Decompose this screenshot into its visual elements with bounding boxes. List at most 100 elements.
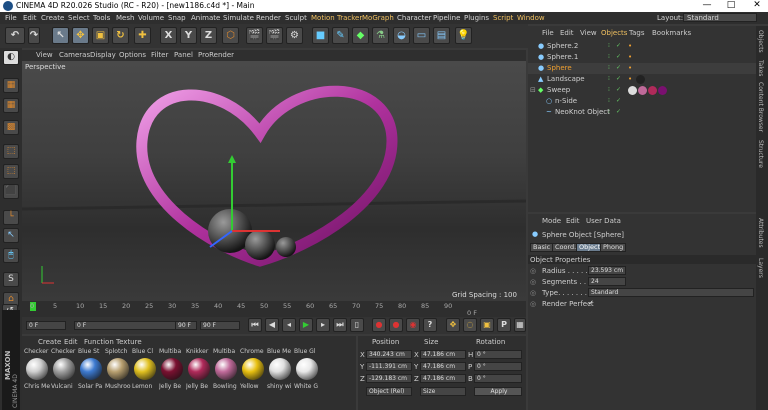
- array-icon[interactable]: ⚗: [372, 27, 389, 44]
- material-preview[interactable]: [296, 358, 318, 380]
- y-axis-button[interactable]: Y: [180, 27, 197, 44]
- sidebar-tab-objects[interactable]: Objects: [757, 30, 764, 53]
- 3d-viewport[interactable]: Perspective Grid Spacing : 100 cm: [22, 61, 526, 301]
- recent-tools-icon[interactable]: ✚: [134, 27, 151, 44]
- menu-window[interactable]: Window: [517, 14, 545, 22]
- key-position-icon[interactable]: ✥: [446, 318, 460, 332]
- expand-icon[interactable]: ⊟: [530, 86, 536, 94]
- key-pla-icon[interactable]: ▦: [514, 318, 526, 332]
- menu-tools[interactable]: Tools: [93, 14, 110, 22]
- help-icon[interactable]: ?: [423, 318, 437, 332]
- object-row-sphere-2[interactable]: ● Sphere.2 ⁝ ✓ •: [528, 41, 756, 52]
- material-preview[interactable]: [161, 358, 183, 380]
- play-icon[interactable]: ▶: [299, 318, 313, 332]
- previous-key-icon[interactable]: ◀: [265, 318, 279, 332]
- position-y-field[interactable]: -111.391 cm: [366, 362, 412, 371]
- material-tag-icon[interactable]: [658, 86, 667, 95]
- snap-icon[interactable]: 🖱: [3, 248, 19, 263]
- axis-mode-icon[interactable]: └: [3, 210, 19, 225]
- go-to-end-icon[interactable]: ⏭: [333, 318, 347, 332]
- radius-anim-icon[interactable]: ◎: [530, 267, 536, 275]
- menu-volume[interactable]: Volume: [138, 14, 164, 22]
- visibility-toggle[interactable]: ⁝: [608, 43, 614, 49]
- model-mode-icon[interactable]: ▦: [3, 78, 19, 93]
- enabled-check[interactable]: ✓: [616, 98, 622, 104]
- rotation-p-field[interactable]: 0 °: [474, 362, 522, 371]
- phong-tag-icon[interactable]: •: [628, 53, 632, 61]
- type-anim-icon[interactable]: ◎: [530, 289, 536, 297]
- z-axis-button[interactable]: Z: [200, 27, 217, 44]
- autokey-icon[interactable]: ●: [389, 318, 403, 332]
- phong-tag-icon[interactable]: •: [628, 42, 632, 50]
- viewport-menu-view[interactable]: View: [36, 51, 53, 59]
- coordinate-system-icon[interactable]: ⬡: [222, 27, 239, 44]
- material-tag-icon[interactable]: [648, 86, 657, 95]
- light-icon[interactable]: 💡: [455, 27, 472, 44]
- material-preview[interactable]: [242, 358, 264, 380]
- polygons-mode-icon[interactable]: ⬛: [3, 184, 19, 199]
- segments-anim-icon[interactable]: ◎: [530, 278, 536, 286]
- maximize-icon[interactable]: □: [724, 0, 738, 10]
- material-preview[interactable]: [269, 358, 291, 380]
- menu-create[interactable]: Create: [41, 14, 64, 22]
- position-z-field[interactable]: -129.183 cm: [366, 374, 412, 383]
- cube-icon[interactable]: ■: [312, 27, 329, 44]
- scale-tool-icon[interactable]: ▣: [92, 27, 109, 44]
- material-preview[interactable]: [53, 358, 75, 380]
- key-rotation-icon[interactable]: ◌: [463, 318, 477, 332]
- sidebar-tab-layers[interactable]: Layers: [757, 258, 764, 278]
- apply-button[interactable]: Apply: [474, 387, 522, 396]
- next-frame-icon[interactable]: ▸: [316, 318, 330, 332]
- material-menu-texture[interactable]: Texture: [116, 338, 142, 346]
- viewport-menu-options[interactable]: Options: [119, 51, 146, 59]
- objects-menu-objects[interactable]: Objects: [601, 29, 627, 37]
- minimize-icon[interactable]: —: [700, 0, 714, 10]
- segments-field[interactable]: 24: [588, 277, 626, 286]
- objects-menu-tags[interactable]: Tags: [629, 29, 645, 37]
- radius-field[interactable]: 23.593 cm: [588, 266, 626, 275]
- tab-phong[interactable]: Phong: [600, 243, 627, 252]
- phong-tag-icon[interactable]: •: [628, 75, 632, 83]
- texture-mode-icon[interactable]: ▦: [3, 98, 19, 113]
- menu-animate[interactable]: Animate: [191, 14, 220, 22]
- menu-plugins[interactable]: Plugins: [464, 14, 489, 22]
- enabled-check[interactable]: ✓: [616, 87, 622, 93]
- objects-menu-file[interactable]: File: [542, 29, 554, 37]
- end-frame-field[interactable]: 90 F: [200, 321, 240, 330]
- tab-basic[interactable]: Basic: [530, 243, 554, 252]
- render-view-icon[interactable]: 🎬: [246, 27, 263, 44]
- attributes-menu-mode[interactable]: Mode: [542, 217, 561, 225]
- sidebar-tab-content-browser[interactable]: Content Browser: [757, 82, 764, 132]
- object-row-sweep[interactable]: ⊟ ◆ Sweep ⁝ ✓: [528, 85, 756, 96]
- type-dropdown[interactable]: Standard: [588, 288, 754, 297]
- material-preview[interactable]: [107, 358, 129, 380]
- menu-render[interactable]: Render: [256, 14, 281, 22]
- size-x-field[interactable]: 47.186 cm: [420, 350, 466, 359]
- key-param-icon[interactable]: P: [497, 318, 511, 332]
- enabled-check[interactable]: ✓: [616, 43, 622, 49]
- position-x-field[interactable]: 340.243 cm: [366, 350, 412, 359]
- points-mode-icon[interactable]: ⬚: [3, 144, 19, 159]
- object-row-n-side[interactable]: ○ n-Side ⁝ ✓: [528, 96, 756, 107]
- timeline[interactable]: 0 5 10 15 20 25 30 35 40 45 50 55 60 65 …: [22, 301, 526, 317]
- enabled-check[interactable]: ✓: [616, 54, 622, 60]
- material-menu-function[interactable]: Function: [84, 338, 114, 346]
- edges-mode-icon[interactable]: ⬚: [3, 164, 19, 179]
- rotation-h-field[interactable]: 0 °: [474, 350, 522, 359]
- enabled-check[interactable]: ✓: [616, 109, 622, 115]
- solo-icon[interactable]: S: [3, 272, 19, 287]
- render-picture-viewer-icon[interactable]: 🎬: [266, 27, 283, 44]
- menu-pipeline[interactable]: Pipeline: [433, 14, 460, 22]
- render-perfect-checkbox[interactable]: ✓: [588, 299, 594, 307]
- material-preview[interactable]: [215, 358, 237, 380]
- material-tag-icon[interactable]: [628, 86, 637, 95]
- previous-frame-icon[interactable]: ◂: [282, 318, 296, 332]
- sidebar-tab-takes[interactable]: Takes: [757, 60, 764, 76]
- menu-file[interactable]: File: [5, 14, 17, 22]
- menu-character[interactable]: Character: [397, 14, 432, 22]
- material-preview[interactable]: [80, 358, 102, 380]
- size-z-field[interactable]: 47.186 cm: [420, 374, 466, 383]
- phong-tag-icon[interactable]: •: [628, 64, 632, 72]
- object-row-neoknot[interactable]: ~ NeoKnot Object ⁝ ✓: [528, 107, 756, 118]
- material-menu-create[interactable]: Create: [38, 338, 61, 346]
